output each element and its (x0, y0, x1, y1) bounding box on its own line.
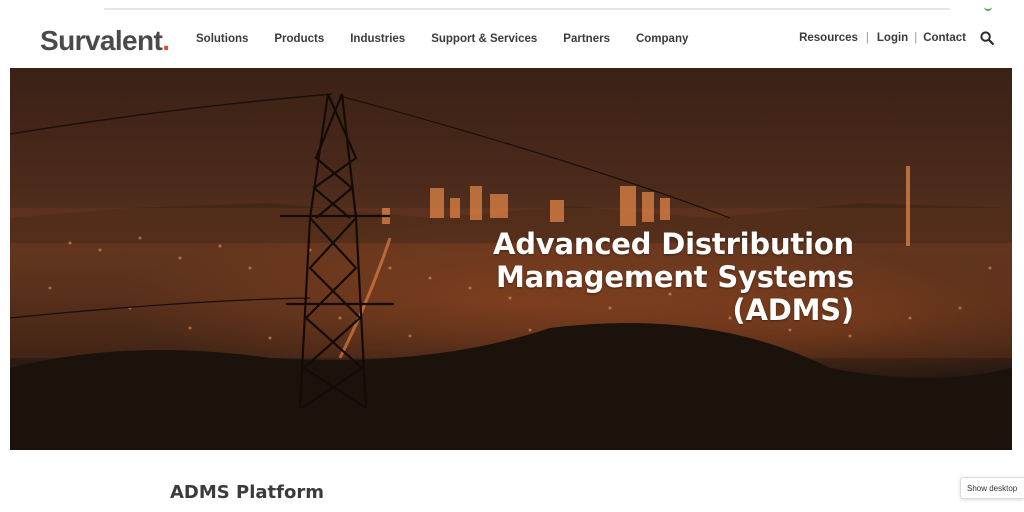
nav-item-products[interactable]: Products (274, 33, 324, 45)
site-header: Survalent. Solutions Products Industries… (10, 14, 1012, 69)
hero-banner: Advanced Distribution Management Systems… (10, 68, 1012, 450)
show-desktop-button[interactable]: Show desktop (960, 477, 1024, 499)
contact-link[interactable]: Contact (923, 32, 966, 44)
logo-text: Survalent (40, 25, 163, 56)
hero-title: Advanced Distribution Management Systems… (493, 228, 854, 327)
logo[interactable]: Survalent. (40, 25, 170, 56)
search-icon[interactable] (980, 31, 994, 45)
hero-title-line: (ADMS) (732, 293, 854, 327)
nav-item-partners[interactable]: Partners (563, 33, 610, 45)
browser-top-bar (104, 8, 950, 10)
logo-dot: . (162, 25, 170, 56)
utility-nav: Resources | Login | Contact (799, 31, 994, 45)
nav-item-solutions[interactable]: Solutions (196, 33, 248, 45)
login-link[interactable]: Login (877, 32, 908, 44)
main-nav: Solutions Products Industries Support & … (196, 33, 714, 45)
utility-separator: | (865, 32, 869, 44)
nav-item-industries[interactable]: Industries (350, 33, 405, 45)
hero-title-line: Advanced Distribution (493, 227, 854, 261)
resources-link[interactable]: Resources (799, 32, 858, 44)
status-indicator (984, 4, 992, 11)
nav-item-company[interactable]: Company (636, 33, 688, 45)
nav-item-support-services[interactable]: Support & Services (431, 33, 537, 45)
section-title: ADMS Platform (170, 482, 324, 503)
utility-separator: | (914, 32, 918, 44)
hero-title-line: Management Systems (495, 260, 854, 294)
